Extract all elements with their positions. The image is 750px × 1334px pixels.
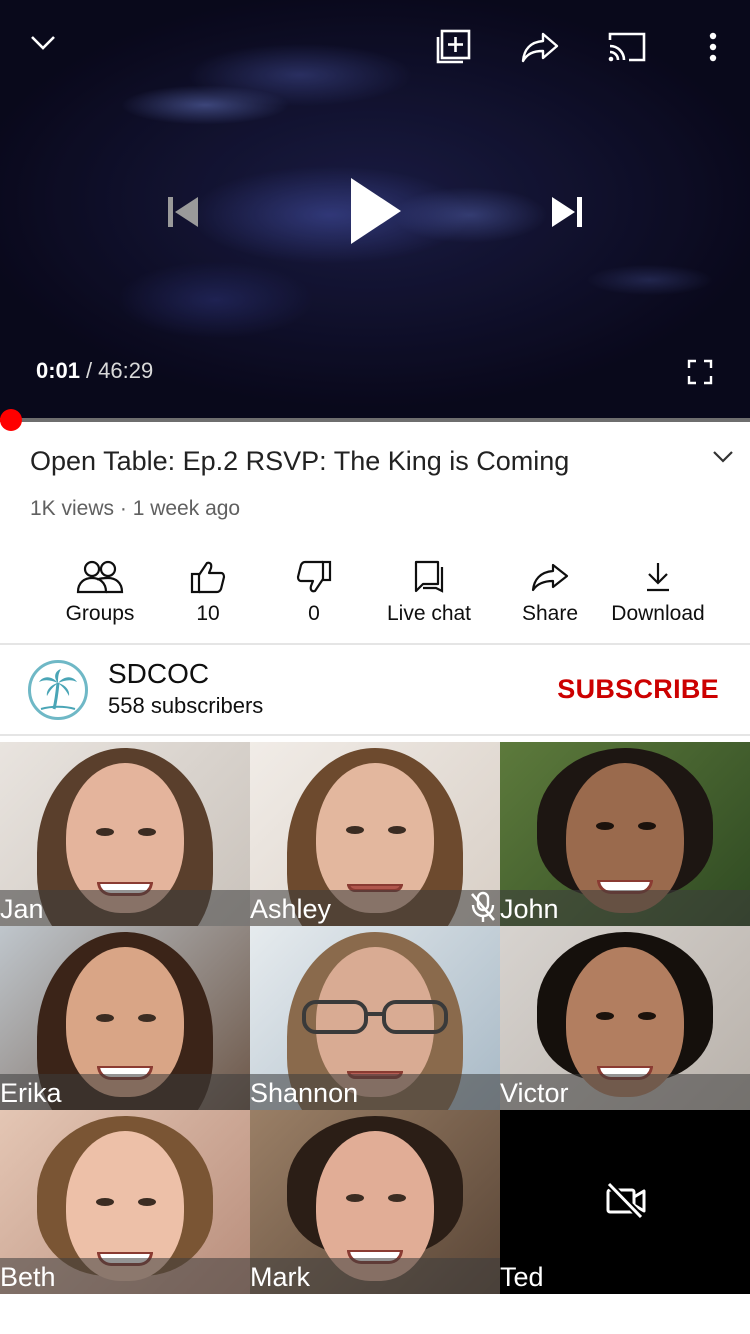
- share-icon[interactable]: [520, 28, 560, 66]
- participant-name: Ashley: [250, 894, 332, 924]
- like-count: 10: [196, 602, 220, 625]
- video-title[interactable]: Open Table: Ep.2 RSVP: The King is Comin…: [30, 446, 730, 477]
- participant-name: Jan: [0, 894, 44, 924]
- action-bar: Groups 10 0 Live chat Share Download: [0, 556, 750, 636]
- eye: [596, 822, 614, 830]
- eye: [638, 822, 656, 830]
- eye: [346, 1194, 364, 1202]
- participant-name: John: [500, 894, 559, 924]
- dislike-count: 0: [308, 602, 320, 625]
- glasses: [302, 1000, 448, 1034]
- groups-icon: [75, 556, 125, 598]
- eye: [388, 1194, 406, 1202]
- participant-tile[interactable]: Victor: [500, 926, 750, 1110]
- channel-row: SDCOC 558 subscribers SUBSCRIBE: [0, 646, 750, 734]
- download-icon: [645, 556, 671, 598]
- download-label: Download: [611, 602, 705, 625]
- eye: [346, 826, 364, 834]
- participant-tile[interactable]: Jan: [0, 742, 250, 926]
- video-info: Open Table: Ep.2 RSVP: The King is Comin…: [30, 446, 730, 521]
- chat-icon: [413, 556, 445, 598]
- groups-button[interactable]: Groups: [55, 556, 145, 626]
- eye: [638, 1012, 656, 1020]
- subscribe-button[interactable]: SUBSCRIBE: [557, 674, 719, 705]
- video-meta: 1K views · 1 week ago: [30, 497, 241, 520]
- groups-label: Groups: [65, 602, 135, 625]
- fullscreen-icon[interactable]: [684, 356, 716, 388]
- thumbs-down-icon: [296, 556, 332, 598]
- eye: [388, 826, 406, 834]
- participant-name: Mark: [250, 1262, 310, 1292]
- time-display: 0:01 / 46:29: [36, 358, 153, 384]
- progress-bar[interactable]: [0, 418, 750, 422]
- participant-name: Beth: [0, 1262, 56, 1292]
- participant-tile[interactable]: Mark: [250, 1110, 500, 1294]
- divider: [0, 734, 750, 736]
- eye: [96, 828, 114, 836]
- participant-tile[interactable]: John: [500, 742, 750, 926]
- participant-tile[interactable]: Erika: [0, 926, 250, 1110]
- participant-tile[interactable]: Ashley: [250, 742, 500, 926]
- download-button[interactable]: Download: [603, 556, 713, 626]
- participant-name: Shannon: [250, 1078, 359, 1108]
- participant-name: Victor: [500, 1078, 569, 1108]
- time-separator: /: [86, 358, 93, 383]
- eye: [138, 1198, 156, 1206]
- participant-tile[interactable]: Shannon: [250, 926, 500, 1110]
- camera-off-icon: [605, 1180, 647, 1225]
- live-chat-button[interactable]: Live chat: [379, 556, 479, 626]
- dislike-button[interactable]: 0: [274, 556, 354, 626]
- skip-previous-icon[interactable]: [160, 190, 204, 234]
- share-label: Share: [521, 602, 579, 625]
- eye: [96, 1014, 114, 1022]
- participant-tile[interactable]: Beth: [0, 1110, 250, 1294]
- mic-off-icon: [469, 891, 497, 928]
- participant-name: Erika: [0, 1078, 62, 1108]
- divider: [0, 643, 750, 645]
- share-icon: [531, 556, 569, 598]
- video-player[interactable]: 0:01 / 46:29: [0, 0, 750, 420]
- channel-avatar[interactable]: [28, 660, 88, 720]
- palm-tree-icon: [39, 669, 77, 710]
- video-duration: 46:29: [98, 358, 154, 383]
- eye: [138, 1014, 156, 1022]
- chevron-down-icon[interactable]: [26, 26, 60, 60]
- like-button[interactable]: 10: [168, 556, 248, 626]
- eye: [138, 828, 156, 836]
- current-time: 0:01: [36, 358, 81, 383]
- participant-name: Ted: [500, 1262, 544, 1292]
- eye: [596, 1012, 614, 1020]
- share-button[interactable]: Share: [510, 556, 590, 626]
- subscriber-count: 558 subscribers: [108, 693, 264, 718]
- channel-name[interactable]: SDCOC: [108, 658, 209, 690]
- expand-description-icon[interactable]: [712, 450, 734, 469]
- thumbs-up-icon: [190, 556, 226, 598]
- skip-next-icon[interactable]: [546, 190, 590, 234]
- progress-scrubber[interactable]: [0, 409, 22, 431]
- more-vert-icon[interactable]: [700, 30, 726, 64]
- eye: [96, 1198, 114, 1206]
- live-chat-label: Live chat: [386, 602, 472, 625]
- add-to-playlist-icon[interactable]: [434, 28, 472, 66]
- cast-icon[interactable]: [606, 30, 648, 64]
- play-icon[interactable]: [340, 170, 410, 252]
